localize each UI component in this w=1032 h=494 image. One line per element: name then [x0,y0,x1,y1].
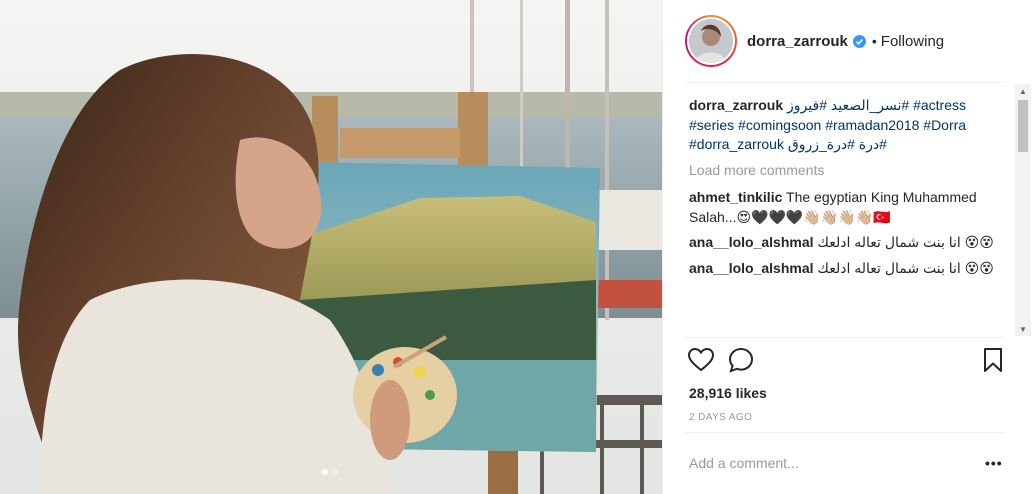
hashtag-link[interactable]: #درة [859,136,887,152]
header-divider [685,82,1005,83]
post-photo[interactable] [0,0,662,494]
comments-scrollbar[interactable]: ▲ ▼ [1015,84,1031,336]
heart-icon[interactable] [687,346,715,374]
hashtag-link[interactable]: #dorra_zarrouk [689,136,784,152]
likes-count[interactable]: 28,916 likes [689,385,767,401]
post-actions [687,346,1007,376]
add-comment-divider [685,432,1005,433]
actions-divider [685,337,1005,338]
add-comment-input[interactable] [689,452,969,474]
hashtag-link[interactable]: #فيروز [787,97,827,113]
hashtag-link[interactable]: #درة_زروق [788,136,855,152]
scroll-down-arrow-icon[interactable]: ▼ [1015,322,1031,336]
hashtag-link[interactable]: #actress [913,97,966,113]
comment-item: ahmet_tinkilic The egyptian King Muhamme… [689,188,1009,227]
comment-author[interactable]: ahmet_tinkilic [689,189,782,205]
comment-author[interactable]: ana__lolo_alshmal [689,234,814,250]
carousel-dot-active[interactable] [322,469,328,475]
carousel-dot[interactable] [332,469,338,475]
comment-text: انا بنت شمال تعاله ادلعك 😵😵 [817,259,994,276]
scrollbar-thumb[interactable] [1018,100,1028,152]
carousel-dots [322,469,338,475]
header-separator: • [871,33,877,49]
comment-item: ana__lolo_alshmal انا بنت شمال تعاله ادل… [689,233,1009,253]
avatar[interactable] [687,17,735,65]
post-timestamp[interactable]: 2 DAYS AGO [689,412,752,423]
more-options-icon[interactable]: ••• [985,455,1005,473]
post-caption: dorra_zarrouk #نسر_الصعيد #فيروز #actres… [689,96,1009,155]
comment-author[interactable]: ana__lolo_alshmal [689,260,814,276]
hashtag-link[interactable]: #comingsoon [738,117,821,133]
bookmark-icon[interactable] [979,346,1007,374]
hashtag-link[interactable]: #series [689,117,734,133]
following-button[interactable]: Following [881,33,944,50]
comments-list: dorra_zarrouk #نسر_الصعيد #فيروز #actres… [689,96,1009,338]
username-link[interactable]: dorra_zarrouk [747,33,848,50]
load-more-comments-button[interactable]: Load more comments [689,161,1009,181]
avatar-story-ring[interactable] [685,15,737,67]
comment-text: انا بنت شمال تعاله ادلعك 😵😵 [817,234,994,250]
hashtag-link[interactable]: #Dorra [923,117,966,133]
comment-bubble-icon[interactable] [727,346,755,374]
verified-badge-icon [852,34,866,48]
scroll-up-arrow-icon[interactable]: ▲ [1015,84,1031,98]
post-side-panel: dorra_zarrouk • Following dorra_zarrouk … [662,0,1032,494]
hashtag-link[interactable]: #نسر_الصعيد [831,97,909,113]
painting-woman-image [0,0,662,494]
post-header: dorra_zarrouk • Following [685,12,1005,70]
comment-item: ana__lolo_alshmal انا بنت شمال تعاله ادل… [689,259,1009,279]
caption-author[interactable]: dorra_zarrouk [689,97,783,113]
hashtag-link[interactable]: #ramadan2018 [825,117,919,133]
